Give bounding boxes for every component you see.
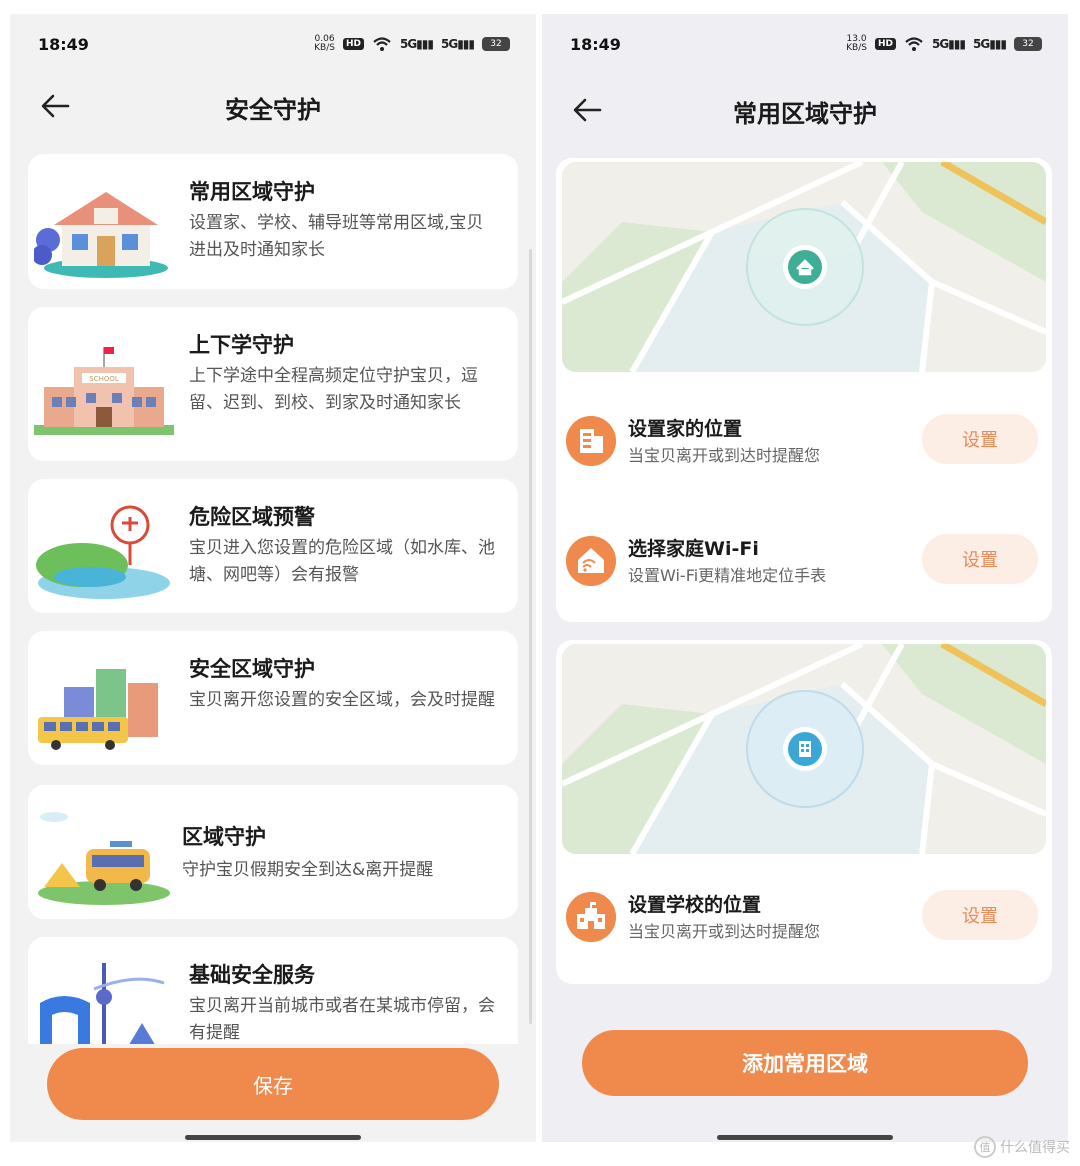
wifi-icon bbox=[373, 37, 391, 51]
set-school-row: 设置学校的位置 当宝贝离开或到达时提醒您 设置 bbox=[566, 890, 1038, 952]
city-bus-illustration-icon bbox=[38, 669, 158, 750]
school-sign: SCHOOL bbox=[89, 375, 119, 383]
school-icon bbox=[566, 892, 616, 942]
watermark: 值 什么值得买 bbox=[974, 1136, 1070, 1158]
battery-icon: 32 bbox=[1014, 37, 1042, 51]
school-pin-icon bbox=[799, 741, 811, 757]
card-danger-area[interactable]: 危险区域预警 宝贝进入您设置的危险区域（如水库、池塘、网吧等）会有报警 bbox=[28, 479, 518, 613]
school-illustration-icon: SCHOOL bbox=[34, 347, 174, 435]
add-common-area-button[interactable]: 添加常用区域 bbox=[582, 1030, 1028, 1096]
card-title: 基础安全服务 bbox=[189, 963, 315, 987]
card-school-commute[interactable]: SCHOOL 上下学守护 上下学途中全程高频定位守护宝贝，逗留、迟到、到校、到家… bbox=[28, 307, 518, 461]
card-safe-area[interactable]: 安全区域守护 宝贝离开您设置的安全区域，会及时提醒 bbox=[28, 631, 518, 765]
school-area-card: 设置学校的位置 当宝贝离开或到达时提醒您 设置 bbox=[556, 640, 1052, 984]
status-bar: 18:49 13.0 KB/S HD 5G▮▮▮ 5G▮▮▮ 32 bbox=[570, 32, 1042, 56]
home-map[interactable] bbox=[562, 162, 1046, 372]
watermark-text: 什么值得买 bbox=[1000, 1140, 1070, 1156]
card-title: 区域守护 bbox=[182, 825, 266, 849]
set-home-button[interactable]: 设置 bbox=[922, 414, 1038, 464]
scrollbar[interactable] bbox=[529, 249, 532, 1024]
house-illustration-icon bbox=[34, 192, 168, 278]
card-desc: 宝贝进入您设置的危险区域（如水库、池塘、网吧等）会有报警 bbox=[189, 538, 495, 585]
card-title: 安全区域守护 bbox=[189, 657, 315, 681]
card-common-area[interactable]: 常用区域守护 设置家、学校、辅导班等常用区域,宝贝进出及时通知家长 bbox=[28, 154, 518, 289]
set-wifi-button[interactable]: 设置 bbox=[922, 534, 1038, 584]
school-map[interactable] bbox=[562, 644, 1046, 854]
status-icons: 0.06 KB/S HD 5G▮▮▮ 5G▮▮▮ 32 bbox=[314, 35, 510, 53]
set-school-button[interactable]: 设置 bbox=[922, 890, 1038, 940]
save-button[interactable]: 保存 bbox=[47, 1048, 499, 1120]
hd-icon: HD bbox=[874, 38, 896, 50]
row-title: 设置学校的位置 bbox=[628, 894, 762, 916]
net-speed: 13.0 KB/S bbox=[846, 34, 867, 53]
set-wifi-row: 选择家庭Wi-Fi 设置Wi-Fi更精准地定位手表 设置 bbox=[566, 534, 1038, 596]
left-screen: 18:49 0.06 KB/S HD 5G▮▮▮ 5G▮▮▮ 32 安全守护 常用… bbox=[10, 14, 536, 1142]
right-screen: 18:49 13.0KB/S HD 5G▮▮▮ 5G▮▮▮ 32 常用区域守护 bbox=[542, 14, 1068, 1142]
card-desc: 宝贝离开您设置的安全区域，会及时提醒 bbox=[189, 690, 495, 710]
card-desc: 宝贝离开当前城市或者在某城市停留，会有提醒 bbox=[189, 996, 495, 1043]
home-indicator[interactable] bbox=[717, 1135, 893, 1140]
signal-icon-2: 5G▮▮▮ bbox=[972, 37, 1007, 51]
card-desc: 设置家、学校、辅导班等常用区域,宝贝进出及时通知家长 bbox=[189, 213, 484, 260]
row-title: 选择家庭Wi-Fi bbox=[628, 538, 759, 560]
card-desc: 守护宝贝假期安全到达&离开提醒 bbox=[182, 860, 434, 880]
page-title: 安全守护 bbox=[225, 96, 321, 124]
row-title: 设置家的位置 bbox=[628, 418, 743, 440]
hd-icon: HD bbox=[342, 38, 364, 50]
row-desc: 当宝贝离开或到达时提醒您 bbox=[628, 922, 821, 941]
header: 常用区域守护 bbox=[542, 88, 1068, 132]
signal-icon: 5G▮▮▮ bbox=[931, 37, 966, 51]
set-home-row: 设置家的位置 当宝贝离开或到达时提醒您 设置 bbox=[566, 414, 1038, 476]
header: 安全守护 bbox=[10, 84, 536, 128]
camping-van-illustration-icon bbox=[38, 812, 170, 905]
status-icons: 13.0 KB/S HD 5G▮▮▮ 5G▮▮▮ 32 bbox=[846, 35, 1042, 53]
battery-icon: 32 bbox=[482, 37, 510, 51]
danger-lake-illustration-icon bbox=[36, 505, 170, 599]
row-desc: 当宝贝离开或到达时提醒您 bbox=[628, 446, 821, 465]
home-area-card: 设置家的位置 当宝贝离开或到达时提醒您 设置 选择家庭Wi-Fi 设置Wi-Fi… bbox=[556, 158, 1052, 622]
net-speed: 0.06 KB/S bbox=[314, 34, 335, 53]
status-time: 18:49 bbox=[570, 34, 621, 54]
page-title: 常用区域守护 bbox=[733, 100, 877, 128]
home-indicator[interactable] bbox=[185, 1135, 361, 1140]
status-time: 18:49 bbox=[38, 34, 89, 54]
building-icon bbox=[566, 416, 616, 466]
signal-icon-2: 5G▮▮▮ bbox=[440, 37, 475, 51]
card-desc: 上下学途中全程高频定位守护宝贝，逗留、迟到、到校、到家及时通知家长 bbox=[189, 366, 478, 413]
status-bar: 18:49 0.06 KB/S HD 5G▮▮▮ 5G▮▮▮ 32 bbox=[38, 32, 510, 56]
card-title: 常用区域守护 bbox=[189, 180, 315, 204]
wifi-icon bbox=[905, 37, 923, 51]
card-region[interactable]: 区域守护 守护宝贝假期安全到达&离开提醒 bbox=[28, 785, 518, 919]
row-desc: 设置Wi-Fi更精准地定位手表 bbox=[628, 566, 827, 585]
watermark-logo-icon: 值 bbox=[974, 1136, 996, 1158]
home-wifi-icon bbox=[566, 536, 616, 586]
card-title: 危险区域预警 bbox=[189, 505, 315, 529]
card-title: 上下学守护 bbox=[189, 333, 294, 357]
signal-icon: 5G▮▮▮ bbox=[399, 37, 434, 51]
